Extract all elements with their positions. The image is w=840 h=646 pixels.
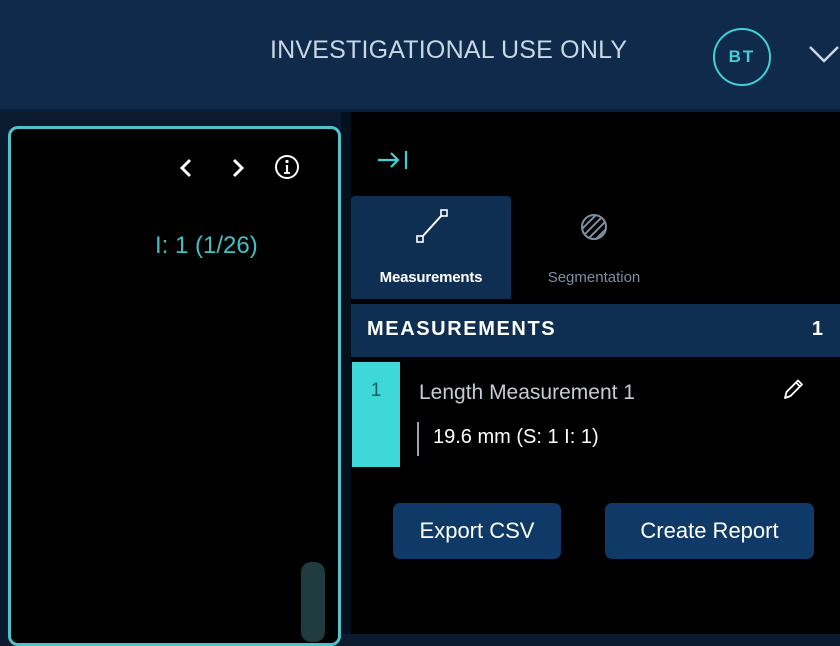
create-report-button[interactable]: Create Report bbox=[605, 503, 814, 559]
chevron-down-icon[interactable] bbox=[807, 42, 840, 66]
tab-segmentation[interactable]: Segmentation bbox=[514, 196, 674, 299]
tab-segmentation-label: Segmentation bbox=[547, 269, 641, 286]
measurements-header: MEASUREMENTS 1 bbox=[351, 304, 840, 357]
viewport-panel[interactable]: I: 1 (1/26) bbox=[8, 126, 341, 646]
chevron-right-icon[interactable] bbox=[229, 157, 247, 179]
export-csv-button[interactable]: Export CSV bbox=[393, 503, 561, 559]
user-avatar[interactable]: BT bbox=[713, 28, 771, 86]
chevron-left-icon[interactable] bbox=[177, 157, 195, 179]
segmentation-hatch-icon bbox=[581, 214, 607, 240]
measurement-line-icon bbox=[416, 209, 448, 243]
side-panel: Measurements Segmentation MEASUREMENTS 1… bbox=[351, 112, 840, 634]
measurement-index: 1 bbox=[352, 362, 400, 467]
measurement-label: Length Measurement 1 bbox=[419, 381, 635, 404]
measurement-value-divider bbox=[417, 422, 419, 456]
top-bar: INVESTIGATIONAL USE ONLY BT bbox=[0, 0, 840, 112]
tab-measurements-label: Measurements bbox=[379, 269, 483, 286]
measurements-title: MEASUREMENTS bbox=[367, 318, 557, 340]
measurement-value: 19.6 mm (S: 1 I: 1) bbox=[433, 426, 599, 448]
info-icon[interactable] bbox=[273, 153, 301, 181]
viewport-scrollbar[interactable] bbox=[301, 562, 325, 642]
measurements-count: 1 bbox=[811, 318, 823, 340]
measurement-item[interactable]: 1 Length Measurement 1 19.6 mm (S: 1 I: … bbox=[351, 362, 840, 467]
series-instance-label: I: 1 (1/26) bbox=[155, 232, 258, 259]
pencil-icon[interactable] bbox=[781, 377, 805, 403]
investigational-banner: INVESTIGATIONAL USE ONLY bbox=[270, 36, 628, 64]
tab-measurements[interactable]: Measurements bbox=[351, 196, 511, 299]
collapse-right-icon[interactable] bbox=[376, 149, 410, 171]
panel-divider bbox=[341, 112, 351, 634]
